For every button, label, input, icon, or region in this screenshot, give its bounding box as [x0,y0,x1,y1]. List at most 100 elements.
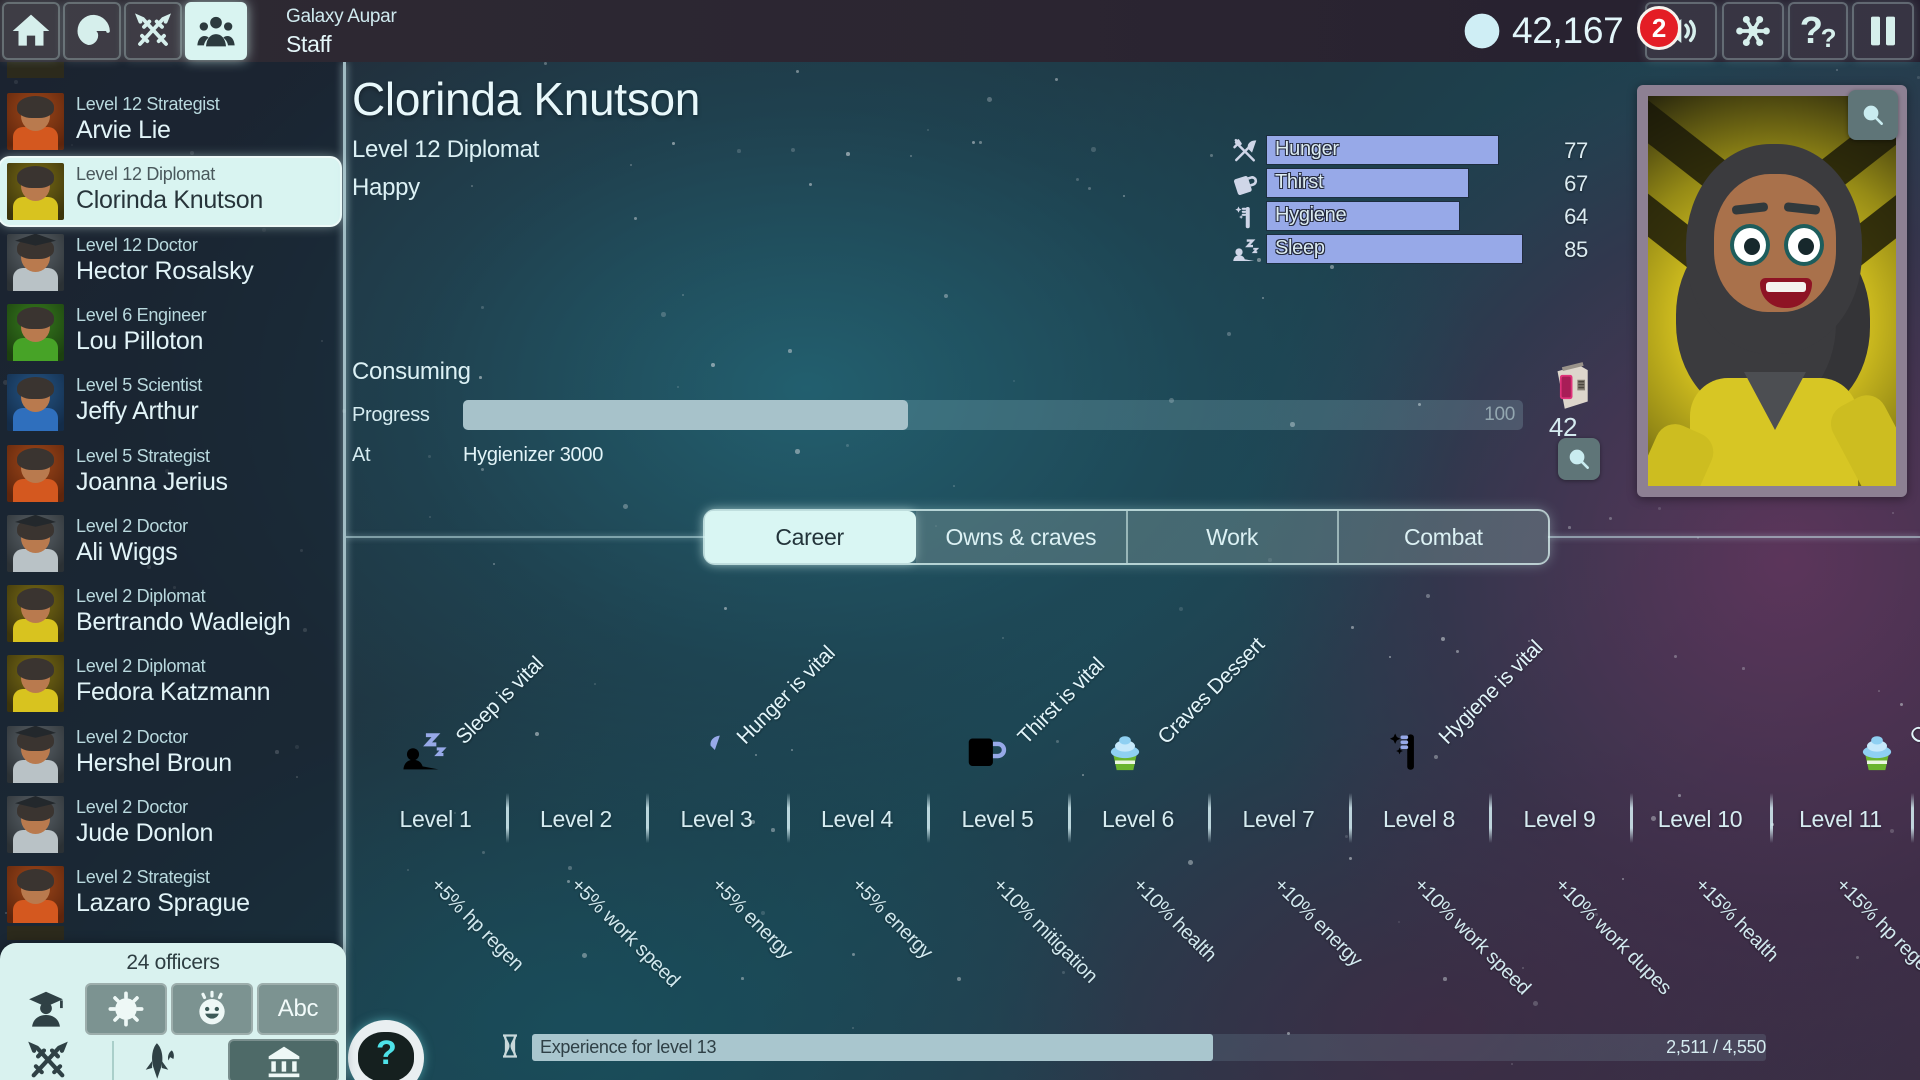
staff-people-icon [196,11,236,51]
staff-avatar [7,304,64,361]
breadcrumb-sub: Staff [286,31,396,58]
notifications-button[interactable]: 2 [1645,2,1717,60]
staff-avatar [7,445,64,502]
need-label: Thirst [1267,169,1468,194]
battle-button[interactable] [124,2,182,60]
tab-work[interactable]: Work [1128,511,1339,563]
staff-avatar [7,374,64,431]
career-level-label: Level 2 [516,806,636,833]
pause-button[interactable] [1852,2,1914,60]
staff-list-item[interactable]: Level 2 DoctorJude Donlon [0,791,346,858]
staff-avatar [7,234,64,291]
career-level-label: Level 8 [1359,806,1479,833]
avatar-hair [17,307,54,329]
career-level-divider [1349,793,1352,843]
staff-row-partial-bottom [7,926,64,940]
detail-tabs: CareerOwns & cravesWorkCombat [705,511,1548,563]
dessert-icon [1852,726,1902,776]
inspect-station-button[interactable] [1558,438,1600,480]
staff-name: Joanna Jerius [76,468,228,497]
staff-avatar [7,796,64,853]
graduate-filter-button[interactable] [16,983,76,1035]
staff-list-item[interactable]: Level 2 DiplomatBertrando Wadleigh [0,580,346,647]
experience-label: Experience for level 13 [540,1037,716,1058]
home-button[interactable] [2,2,60,60]
staff-level-class: Level 2 Diplomat [76,586,205,607]
helper-robot[interactable]: ? [348,1020,428,1080]
staff-list-item[interactable]: Level 2 StrategistLazaro Sprague [0,861,346,928]
credits-value: 42,167 [1512,10,1623,52]
career-level-divider [506,793,509,843]
character-portrait [1637,85,1907,497]
hygiene-icon [1381,726,1431,776]
staff-avatar [7,163,64,220]
staff-list-item[interactable]: Level 12 DiplomatClorinda Knutson [0,158,340,225]
robot-question-icon: ? [376,1034,396,1073]
staff-list-item[interactable]: Level 12 StrategistArvie Lie [0,88,346,155]
staff-avatar [7,93,64,150]
thirst-icon [960,726,1010,776]
sort-level-button[interactable] [85,983,167,1035]
hunger-icon [1230,136,1260,166]
staff-list-item[interactable]: Level 5 StrategistJoanna Jerius [0,440,346,507]
tab-connector-line-right [1548,536,1920,538]
inspect-character-button[interactable] [1848,90,1898,140]
station-crew-button[interactable] [228,1039,339,1080]
hunger-icon [679,726,729,776]
need-bar: Hunger [1267,136,1498,164]
staff-list-item[interactable]: Level 2 DoctorAli Wiggs [0,510,346,577]
character-mood: Happy [352,174,420,202]
tab-career[interactable]: Career [705,511,916,563]
sort-mood-button[interactable] [171,983,253,1035]
staff-avatar [7,726,64,783]
career-level-divider [1489,793,1492,843]
staff-list-item[interactable]: Level 12 DoctorHector Rosalsky [0,229,346,296]
settings-button[interactable] [1722,2,1784,60]
magnifier-icon [1566,446,1592,472]
need-bar: Hygiene [1267,202,1459,230]
experience-bar: Experience for level 13 [532,1034,1766,1061]
activity-progress-max: 100 [1484,404,1515,426]
game-screen: Galaxy Aupar Staff 42,167 2 ? ? Level 12… [0,0,1920,1080]
staff-avatar [7,655,64,712]
sort-name-button[interactable]: Abc [257,983,339,1035]
avatar-hair [17,448,54,470]
activity-progress-bar: 100 [463,400,1523,430]
career-level-divider [787,793,790,843]
credits-coin-icon [1462,11,1502,51]
swords-icon [26,1039,70,1080]
portrait-scene [1648,96,1896,486]
staff-list-item[interactable]: Level 6 EngineerLou Pilloton [0,299,346,366]
shuttle-crew-button[interactable] [130,1041,190,1080]
staff-list-item[interactable]: Level 2 DoctorHershel Broun [0,721,346,788]
need-label: Sleep [1267,235,1522,260]
tab-owns-craves[interactable]: Owns & craves [916,511,1127,563]
career-level-label: Level 11 [1781,806,1901,833]
activity-state: Consuming [352,358,471,386]
happy-face-icon [192,989,232,1029]
career-level-label: Level 4 [797,806,917,833]
staff-list-item[interactable]: Level 2 DiplomatFedora Katzmann [0,650,346,717]
need-value: 77 [1540,138,1588,164]
combat-crew-button[interactable] [18,1041,78,1080]
career-level-divider [1770,793,1773,843]
need-value: 85 [1540,237,1588,263]
sun-icon [106,989,146,1029]
help-button[interactable]: ? ? [1788,2,1848,60]
officer-count: 24 officers [0,943,346,975]
character-level: Level 12 Diplomat [352,136,539,164]
pause-icon [1863,11,1903,51]
career-level-label: Level 3 [657,806,777,833]
staff-name: Clorinda Knutson [76,186,263,215]
need-label: Hunger [1267,136,1498,161]
hourglass-icon [496,1031,524,1061]
gear-flower-icon [1733,11,1773,51]
staff-button[interactable] [185,2,247,60]
thirst-icon [1230,169,1260,199]
career-level-label: Level 9 [1500,806,1620,833]
staff-avatar [7,866,64,923]
staff-list-item[interactable]: Level 5 ScientistJeffy Arthur [0,369,346,436]
galaxy-button[interactable] [63,2,121,60]
staff-name: Arvie Lie [76,116,171,145]
tab-combat[interactable]: Combat [1339,511,1548,563]
